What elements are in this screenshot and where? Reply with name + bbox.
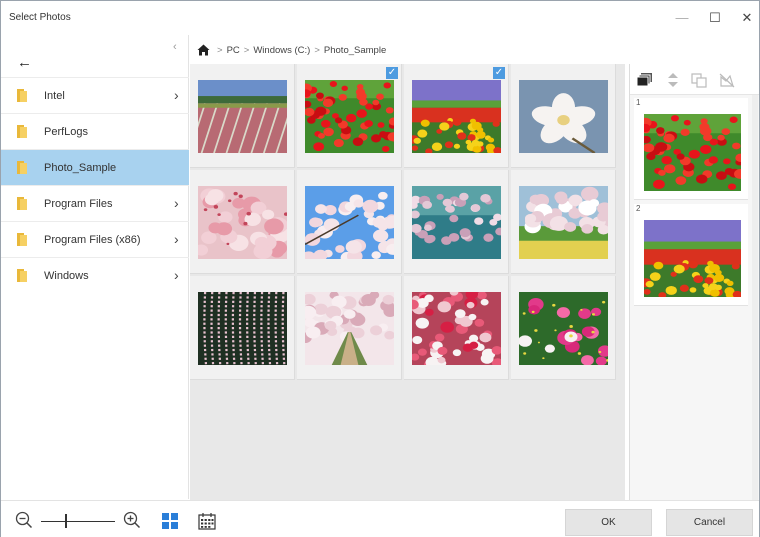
title-bar: Select Photos — ☐ ✕ [1,1,759,35]
folder-item[interactable]: Program Files › [1,185,189,221]
minimize-button[interactable]: — [668,9,696,27]
photo-thumbnail[interactable]: ✓ [297,64,402,168]
folder-item[interactable]: Windows › [1,257,189,293]
photo-checkbox[interactable]: ✓ [493,67,505,79]
selected-photo-item[interactable]: 1 [634,98,748,200]
selected-photos-panel: 12 [629,64,759,501]
folder-label: Program Files (x86) [44,234,141,246]
selected-scrollbar[interactable] [752,95,758,501]
photo-thumbnail[interactable] [511,170,616,274]
folder-item[interactable]: PerfLogs [1,113,189,149]
breadcrumb-separator: > [314,44,320,56]
selected-list: 12 [630,94,759,501]
collapse-sidebar-button[interactable]: ‹ [173,41,177,53]
folder-icon [17,161,27,174]
photo-thumbnail[interactable] [511,64,616,168]
window-title: Select Photos [9,12,71,23]
chevron-right-icon[interactable]: › [174,87,179,103]
photo-image [305,292,394,365]
close-button[interactable]: ✕ [733,9,760,27]
photo-thumbnail[interactable] [404,276,509,380]
folder-item[interactable]: Photo_Sample [1,149,189,185]
folder-label: Intel [44,90,65,102]
folder-icon [17,89,27,102]
photo-grid: ✓ ✓ [190,64,625,500]
folder-sidebar: ‹ ← Intel › PerfLogs Photo_Sample Program Fi… [1,35,189,499]
photo-thumbnail[interactable] [511,276,616,380]
ok-button[interactable]: OK [565,509,652,536]
folder-label: PerfLogs [44,126,89,138]
folder-label: Program Files [44,198,113,210]
folder-list: Intel › PerfLogs Photo_Sample Program Files ›… [1,77,189,293]
folder-label: Photo_Sample [44,162,117,174]
chevron-right-icon[interactable]: › [174,195,179,211]
breadcrumb-item[interactable]: Photo_Sample [324,45,386,56]
back-arrow-icon[interactable]: ← [17,54,32,71]
photo-image [412,80,501,153]
photo-thumbnail[interactable] [297,170,402,274]
photo-thumbnail[interactable]: ✓ [404,64,509,168]
reorder-icon[interactable] [664,72,682,88]
photo-image [198,186,287,259]
photo-image [198,292,287,365]
zoom-in-icon[interactable] [123,511,141,529]
folder-icon [17,125,27,138]
copy-icon[interactable] [690,72,708,88]
folder-item[interactable]: Program Files (x86) › [1,221,189,257]
breadcrumb-item[interactable]: Windows (C:) [253,45,310,56]
breadcrumb-separator: > [217,44,223,56]
photo-thumbnail[interactable] [190,170,295,274]
breadcrumb-item[interactable]: PC [227,45,240,56]
zoom-out-icon[interactable] [15,511,33,529]
stack-icon[interactable] [636,72,654,88]
clear-selection-icon[interactable] [718,72,736,88]
photo-thumbnail[interactable] [404,170,509,274]
folder-icon [17,233,27,246]
photo-image [519,186,608,259]
folder-icon [17,197,27,210]
photo-image [305,80,394,153]
grid-view-icon[interactable] [162,513,178,529]
photo-image [412,292,501,365]
folder-item[interactable]: Intel › [1,77,189,113]
breadcrumb-separator: > [243,44,250,56]
photo-image [519,80,608,153]
photo-image [198,80,287,153]
folder-icon [17,269,27,282]
breadcrumb: > PC > Windows (C:) > Photo_Sample [197,42,386,58]
chevron-right-icon[interactable]: › [174,267,179,283]
folder-label: Windows [44,270,89,282]
selected-photo-number: 1 [636,98,641,107]
selected-photo-image [644,114,741,191]
home-icon[interactable] [197,44,210,56]
zoom-slider[interactable] [41,521,115,522]
calendar-view-icon[interactable] [198,512,216,530]
photo-image [412,186,501,259]
selected-photo-number: 2 [636,204,641,213]
photo-image [305,186,394,259]
photo-checkbox[interactable]: ✓ [386,67,398,79]
photo-thumbnail[interactable] [297,276,402,380]
selected-photo-image [644,220,741,297]
bottom-toolbar: OK Cancel [1,500,759,537]
photo-image [519,292,608,365]
select-photos-window: Select Photos — ☐ ✕ ‹ ← Intel › PerfLogs Ph… [0,0,760,537]
maximize-button[interactable]: ☐ [701,9,729,27]
photo-thumbnail[interactable] [190,64,295,168]
photo-thumbnail[interactable] [190,276,295,380]
selected-photo-item[interactable]: 2 [634,204,748,306]
cancel-button[interactable]: Cancel [666,509,753,536]
zoom-slider-thumb[interactable] [65,514,67,528]
chevron-right-icon[interactable]: › [174,231,179,247]
